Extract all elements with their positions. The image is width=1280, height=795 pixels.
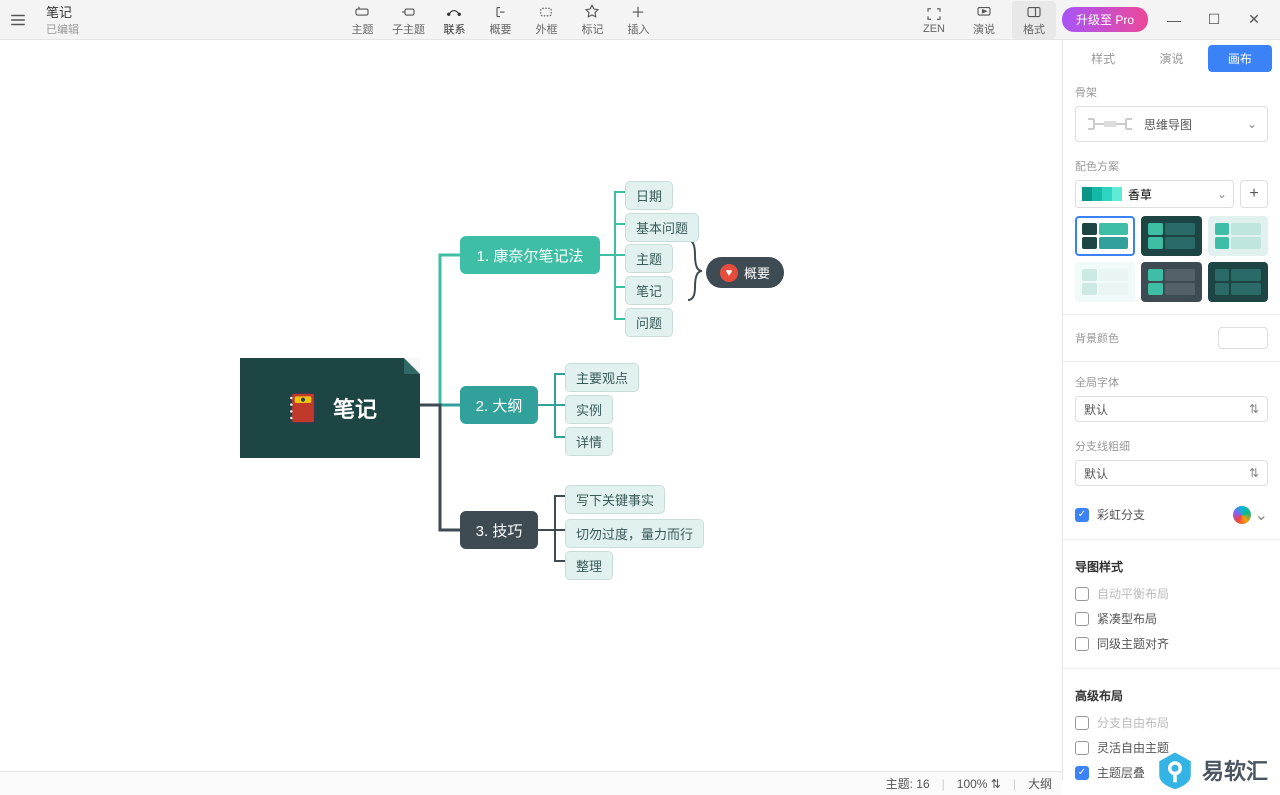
leaf-b2-0[interactable]: 主要观点 — [565, 363, 639, 392]
branch-3[interactable]: 3. 技巧 — [460, 511, 538, 549]
leaf-b2-2[interactable]: 详情 — [565, 427, 613, 456]
summary-node[interactable]: ♥ 概要 — [706, 257, 784, 288]
tab-canvas[interactable]: 画布 — [1208, 45, 1272, 72]
branch-width-label: 分支线粗细 — [1075, 438, 1268, 454]
leaf-b3-2[interactable]: 整理 — [565, 551, 613, 580]
compact-checkbox[interactable] — [1075, 612, 1089, 626]
leaf-b1-3[interactable]: 笔记 — [625, 276, 673, 305]
theme-thumb-1[interactable] — [1075, 216, 1135, 256]
heart-icon: ♥ — [720, 264, 738, 282]
branch-1[interactable]: 1. 康奈尔笔记法 — [460, 236, 600, 274]
theme-thumb-6[interactable] — [1208, 262, 1268, 302]
marker-button[interactable]: 标记 — [570, 1, 614, 39]
colorscheme-label: 配色方案 — [1075, 158, 1268, 174]
root-node[interactable]: 笔记 — [240, 358, 420, 458]
page-fold-icon — [404, 358, 420, 374]
format-button[interactable]: 格式 — [1012, 1, 1056, 39]
font-select[interactable]: 默认⇅ — [1075, 396, 1268, 422]
chevron-updown-icon: ⇅ — [1249, 466, 1259, 480]
chevron-down-icon: ⌄ — [1247, 117, 1257, 131]
font-label: 全局字体 — [1075, 374, 1268, 390]
root-label: 笔记 — [333, 392, 377, 424]
format-panel: 样式 演说 画布 骨架 思维导图 ⌄ 配色方案 香草 — [1062, 40, 1280, 780]
boundary-button[interactable]: 外框 — [524, 1, 568, 39]
doc-title: 笔记 — [46, 2, 79, 21]
colorscheme-select[interactable]: 香草 ⌄ — [1075, 180, 1234, 208]
leaf-b1-4[interactable]: 问题 — [625, 308, 673, 337]
skeleton-label: 骨架 — [1075, 84, 1268, 100]
tab-present[interactable]: 演说 — [1139, 45, 1203, 72]
auto-balance-checkbox — [1075, 587, 1089, 601]
topics-count: 主题: 16 — [886, 775, 930, 792]
tab-style[interactable]: 样式 — [1071, 45, 1135, 72]
overlap-checkbox[interactable]: ✓ — [1075, 766, 1089, 780]
leaf-b1-2[interactable]: 主题 — [625, 244, 673, 273]
theme-thumb-3[interactable] — [1208, 216, 1268, 256]
chevron-down-icon[interactable]: ⌄ — [1255, 505, 1268, 525]
zen-button[interactable]: ZEN — [912, 3, 956, 37]
maximize-button[interactable]: ☐ — [1194, 0, 1234, 40]
free-branch-checkbox — [1075, 716, 1089, 730]
subtheme-button[interactable]: 子主题 — [386, 1, 430, 39]
canvas[interactable]: 笔记 1. 康奈尔笔记法 日期 基本问题 主题 笔记 问题 ♥ 概要 2. 大纲… — [0, 40, 1062, 780]
leaf-b1-0[interactable]: 日期 — [625, 181, 673, 210]
theme-thumb-5[interactable] — [1141, 262, 1201, 302]
watermark: 易软汇 — [1154, 749, 1268, 791]
add-colorscheme-button[interactable]: + — [1240, 180, 1268, 208]
document-title-area: 笔记 已编辑 — [36, 0, 89, 39]
leaf-b2-1[interactable]: 实例 — [565, 395, 613, 424]
upgrade-button[interactable]: 升级至 Pro — [1062, 7, 1148, 32]
bg-color-swatch[interactable] — [1218, 327, 1268, 349]
leaf-b3-1[interactable]: 切勿过度，量力而行 — [565, 519, 704, 548]
status-bar: 主题: 16 | 100% ⇅ | 大纲 — [0, 771, 1062, 795]
theme-thumb-2[interactable] — [1141, 216, 1201, 256]
color-swatches — [1082, 187, 1122, 201]
chevron-down-icon: ⌄ — [1217, 187, 1227, 201]
doc-subtitle: 已编辑 — [46, 21, 79, 37]
advanced-heading: 高级布局 — [1075, 687, 1268, 704]
branch-2[interactable]: 2. 大纲 — [460, 386, 538, 424]
align-siblings-checkbox[interactable] — [1075, 637, 1089, 651]
present-button[interactable]: 演说 — [962, 1, 1006, 39]
theme-thumb-4[interactable] — [1075, 262, 1135, 302]
relation-button[interactable]: 联系 — [432, 1, 476, 39]
summary-button[interactable]: 概要 — [478, 1, 522, 39]
chevron-updown-icon: ⇅ — [1249, 402, 1259, 416]
close-button[interactable]: ✕ — [1234, 0, 1274, 40]
theme-button[interactable]: 主题 — [340, 1, 384, 39]
rainbow-icon — [1233, 506, 1251, 524]
branch-width-select[interactable]: 默认⇅ — [1075, 460, 1268, 486]
nav-style-heading: 导图样式 — [1075, 558, 1268, 575]
leaf-b1-1[interactable]: 基本问题 — [625, 213, 699, 242]
bg-label: 背景颜色 — [1075, 330, 1119, 346]
watermark-icon — [1154, 749, 1196, 791]
skeleton-preview-icon — [1086, 113, 1134, 135]
free-topic-checkbox[interactable] — [1075, 741, 1089, 755]
rainbow-checkbox[interactable]: ✓ — [1075, 508, 1089, 522]
hamburger-menu[interactable] — [0, 0, 36, 40]
minimize-button[interactable]: — — [1154, 0, 1194, 40]
skeleton-select[interactable]: 思维导图 ⌄ — [1075, 106, 1268, 142]
notebook-icon — [283, 388, 323, 428]
leaf-b3-0[interactable]: 写下关键事实 — [565, 485, 665, 514]
insert-button[interactable]: 插入 — [616, 1, 660, 39]
zoom-level[interactable]: 100% ⇅ — [957, 777, 1001, 791]
rainbow-label: 彩虹分支 — [1097, 506, 1145, 523]
outline-toggle[interactable]: 大纲 — [1028, 775, 1052, 792]
